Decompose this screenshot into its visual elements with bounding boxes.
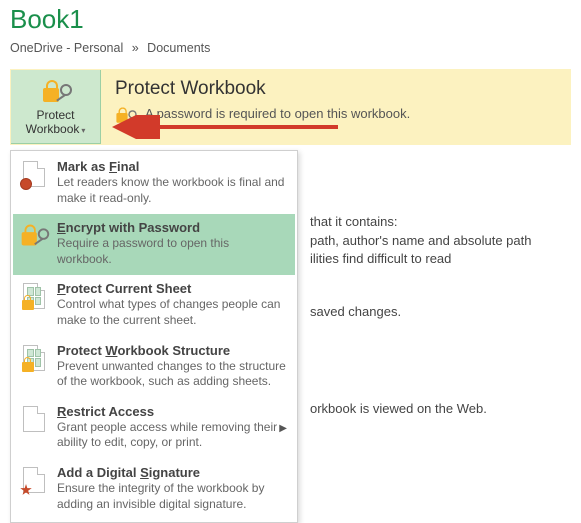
menu-item-body: Control what types of changes people can… [57,297,287,328]
menu-item-body: Grant people access while removing their… [57,420,287,451]
page-title: Book1 [0,0,581,41]
protect-sheet-icon [19,281,49,315]
menu-item-title: Restrict Access [57,404,287,419]
menu-item-encrypt-with-password[interactable]: Encrypt with Password Require a password… [13,214,295,275]
breadcrumb: OneDrive - Personal » Documents [0,41,581,69]
menu-item-body: Let readers know the workbook is final a… [57,175,287,206]
protect-workbook-button[interactable]: Protect Workbook▾ [11,70,101,144]
breadcrumb-separator: » [132,41,139,55]
protect-workbook-heading: Protect Workbook [115,78,556,100]
menu-item-mark-as-final[interactable]: Mark as Final Let readers know the workb… [13,153,295,214]
digital-signature-icon [19,465,49,499]
protect-workbook-button-label: Protect Workbook▾ [26,108,86,137]
menu-item-restrict-access[interactable]: Restrict Access Grant people access whil… [13,398,295,459]
menu-item-title: Protect Workbook Structure [57,343,287,358]
protect-workbook-desc: A password is required to open this work… [145,106,410,121]
menu-item-title: Protect Current Sheet [57,281,287,296]
restrict-access-icon [19,404,49,438]
menu-item-title: Encrypt with Password [57,220,287,235]
breadcrumb-root[interactable]: OneDrive - Personal [10,41,123,55]
breadcrumb-leaf[interactable]: Documents [147,41,210,55]
submenu-arrow-icon: ▶ [279,423,287,434]
menu-item-title: Add a Digital Signature [57,465,287,480]
protect-structure-icon [19,343,49,377]
menu-item-body: Ensure the integrity of the workbook by … [57,481,287,512]
encrypt-icon [19,220,49,254]
protect-workbook-menu: Mark as Final Let readers know the workb… [10,150,298,523]
protect-workbook-panel: Protect Workbook▾ Protect Workbook A pas… [10,69,571,145]
mark-final-icon [19,159,49,193]
lock-key-icon [41,78,71,104]
menu-item-title: Mark as Final [57,159,287,174]
menu-item-body: Require a password to open this workbook… [57,236,287,267]
menu-item-protect-current-sheet[interactable]: Protect Current Sheet Control what types… [13,275,295,336]
menu-item-protect-workbook-structure[interactable]: Protect Workbook Structure Prevent unwan… [13,337,295,398]
chevron-down-icon: ▾ [81,126,85,136]
lock-key-icon [115,106,132,120]
menu-item-body: Prevent unwanted changes to the structur… [57,359,287,390]
menu-item-add-digital-signature[interactable]: Add a Digital Signature Ensure the integ… [13,459,295,520]
